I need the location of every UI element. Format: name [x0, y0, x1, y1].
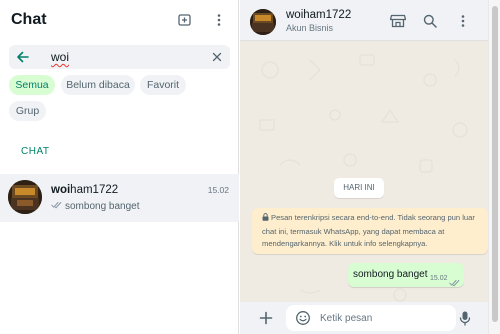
- chat-preview-text: sombong banget: [65, 201, 140, 212]
- double-check-icon: [449, 274, 460, 292]
- message-text: sombong banget: [353, 269, 428, 280]
- close-icon[interactable]: [211, 50, 223, 62]
- kebab-menu-icon[interactable]: [455, 13, 471, 29]
- emoji-icon[interactable]: [295, 310, 311, 326]
- date-divider: HARI INI: [334, 178, 384, 198]
- lock-icon: [262, 213, 269, 226]
- mic-icon[interactable]: [457, 310, 473, 326]
- page-scrollbar[interactable]: [488, 0, 500, 334]
- filter-chip-semua[interactable]: Semua: [9, 75, 55, 95]
- message-input-placeholder: Ketik pesan: [320, 313, 373, 324]
- message-time: 15.02: [430, 275, 448, 282]
- plus-icon[interactable]: [258, 310, 274, 326]
- encryption-notice-text: Pesan terenkripsi secara end-to-end. Tid…: [262, 213, 475, 248]
- new-chat-icon[interactable]: [177, 12, 193, 28]
- search-bar[interactable]: woi: [9, 45, 230, 69]
- avatar: [8, 180, 42, 214]
- conversation-panel: woiham1722 Akun Bisnis HARI INI Pesan te…: [240, 0, 488, 334]
- chat-list-panel: Chat woi Semua Belum dibaca Favorit Grup…: [0, 0, 239, 334]
- section-label: CHAT: [21, 146, 50, 157]
- chat-list-item[interactable]: woiham1722 15.02 sombong banget: [0, 174, 239, 222]
- search-icon[interactable]: [422, 13, 438, 29]
- chat-timestamp: 15.02: [207, 185, 229, 195]
- filter-chip-belum-dibaca[interactable]: Belum dibaca: [61, 75, 135, 95]
- message-composer: Ketik pesan: [240, 302, 488, 334]
- conversation-header[interactable]: woiham1722 Akun Bisnis: [240, 0, 488, 41]
- message-input[interactable]: Ketik pesan: [286, 305, 456, 331]
- search-input[interactable]: woi: [51, 50, 69, 64]
- scrollbar-thumb[interactable]: [492, 6, 498, 322]
- message-bubble-outgoing[interactable]: sombong banget 15.02: [348, 263, 464, 287]
- page-title: Chat: [11, 11, 47, 28]
- chat-contact-name: woiham1722: [51, 184, 119, 196]
- contact-name[interactable]: woiham1722: [286, 9, 351, 21]
- store-icon[interactable]: [390, 13, 406, 29]
- filter-chip-grup[interactable]: Grup: [9, 101, 46, 121]
- chat-list-header: Chat: [0, 0, 239, 42]
- contact-subtitle: Akun Bisnis: [286, 23, 334, 33]
- arrow-left-icon[interactable]: [15, 49, 31, 65]
- encryption-notice[interactable]: Pesan terenkripsi secara end-to-end. Tid…: [252, 208, 488, 254]
- double-check-icon: [51, 201, 62, 212]
- chat-preview: sombong banget: [51, 201, 140, 212]
- filter-chip-favorit[interactable]: Favorit: [140, 75, 186, 95]
- contact-avatar[interactable]: [250, 9, 276, 35]
- kebab-menu-icon[interactable]: [211, 12, 227, 28]
